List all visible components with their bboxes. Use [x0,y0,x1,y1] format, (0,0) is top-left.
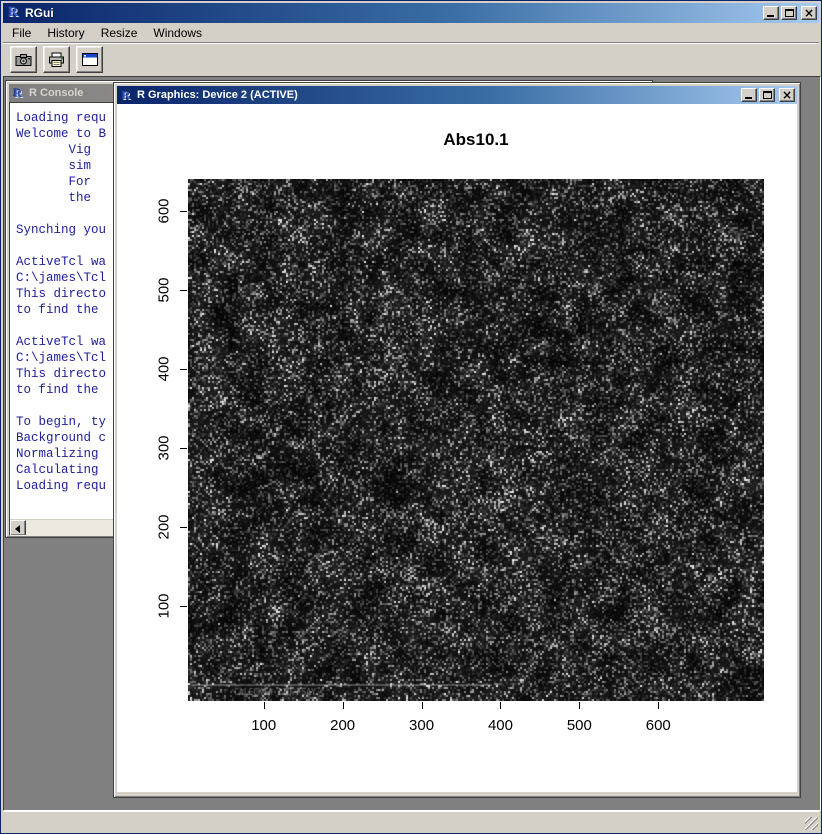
graphics-window-title: R Graphics: Device 2 (ACTIVE) [137,89,741,101]
printer-icon [48,52,66,68]
y-axis-tick [180,527,187,528]
y-axis-tick [180,369,187,370]
minimize-icon [745,97,752,99]
main-title-bar[interactable]: R RGui × [3,3,819,23]
x-axis-tick [579,702,580,709]
x-axis-tick [343,702,344,709]
x-axis-tick [500,702,501,709]
y-axis-tick [180,290,187,291]
minimize-button[interactable] [763,6,779,20]
print-button[interactable] [43,46,70,73]
plot-title: Abs10.1 [188,130,764,150]
y-axis-label: 400 [156,356,173,381]
x-axis-label: 400 [488,717,513,734]
x-axis-tick [264,702,265,709]
graphics-minimize-button[interactable] [741,88,757,102]
arrow-left-icon [15,525,20,533]
x-axis-label: 300 [409,717,434,734]
menu-item-file[interactable]: File [5,24,38,42]
menu-item-windows[interactable]: Windows [146,24,209,42]
y-axis-label: 200 [156,514,173,539]
plot-area: Abs10.1 100 200 300 400 500 600 100 200 300 400 50… [117,104,797,792]
graphics-close-button[interactable]: × [779,88,795,102]
status-bar [3,811,819,831]
menu-item-history[interactable]: History [40,24,91,42]
graphics-maximize-button[interactable] [759,88,775,102]
close-button[interactable]: × [801,6,817,20]
x-axis-label: 200 [330,717,355,734]
x-axis-tick [422,702,423,709]
scroll-left-button[interactable] [10,520,26,536]
graphics-window: R R Graphics: Device 2 (ACTIVE) × Abs10.… [113,82,801,798]
toolbar [3,42,819,76]
y-axis-tick [180,448,187,449]
x-axis-label: 500 [567,717,592,734]
close-icon: × [802,6,816,20]
camera-icon [15,52,33,68]
y-axis-tick [180,211,187,212]
console-button[interactable] [76,46,103,73]
y-axis-tick [180,606,187,607]
r-logo-icon: R [11,86,25,100]
x-axis-tick [658,702,659,709]
maximize-icon [785,9,794,17]
maximize-icon [763,91,772,99]
graphics-title-bar[interactable]: R R Graphics: Device 2 (ACTIVE) × [117,86,797,104]
y-axis-label: 500 [156,277,173,302]
mdi-area: R R Console Loading requWelcome to B Vig… [3,76,821,811]
x-axis-label: 100 [251,717,276,734]
x-axis-label: 600 [646,717,671,734]
microarray-image [188,179,764,701]
copy-to-clipboard-button[interactable] [10,46,37,73]
main-window-title: RGui [25,6,763,20]
r-logo-icon: R [5,5,21,21]
rgui-window: R RGui × FileHistoryResizeWindows [0,0,822,834]
maximize-button[interactable] [781,6,797,20]
menu-item-resize[interactable]: Resize [94,24,145,42]
y-axis-label: 600 [156,198,173,223]
r-logo-icon: R [119,88,133,102]
menu-bar: FileHistoryResizeWindows [3,23,819,42]
resize-grip[interactable] [805,817,818,830]
close-icon: × [780,88,794,102]
minimize-icon [767,15,774,17]
y-axis-label: 100 [156,594,173,619]
y-axis-label: 300 [156,435,173,460]
console-window-icon [81,52,99,68]
